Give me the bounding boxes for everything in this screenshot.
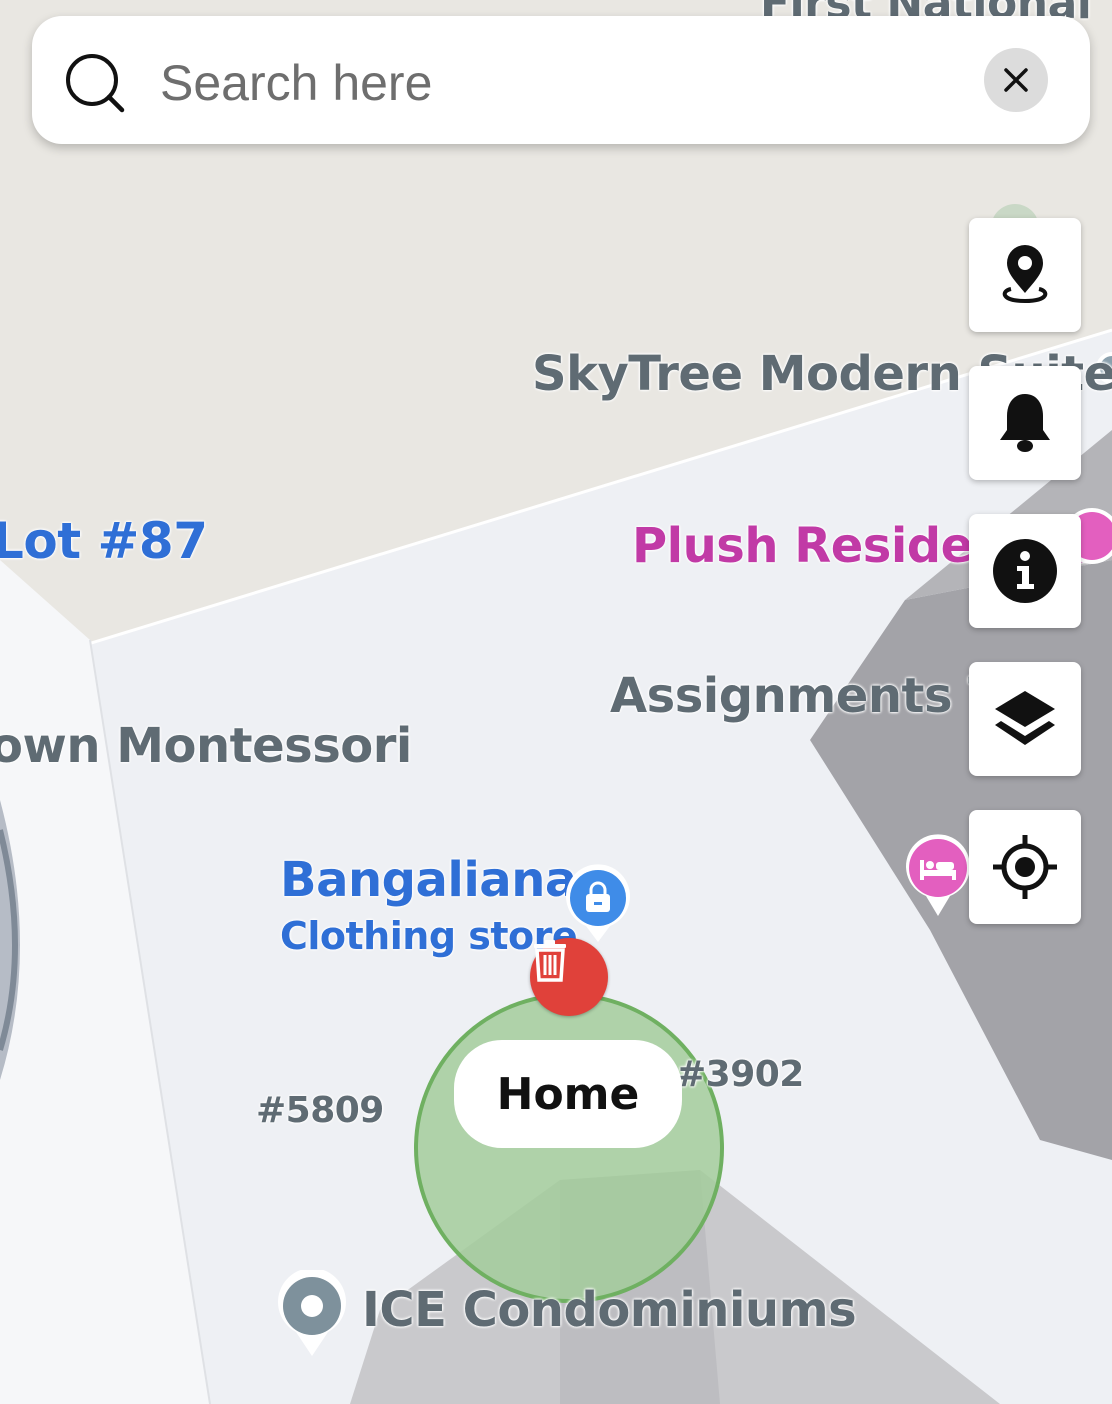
bell-icon [1000,394,1050,452]
home-label[interactable]: Home [454,1040,682,1148]
layers-button[interactable] [969,662,1081,776]
my-location-button[interactable] [969,810,1081,924]
info-icon [993,539,1057,603]
clear-search-button[interactable] [984,48,1048,112]
notifications-button[interactable] [969,366,1081,480]
crosshair-icon [993,835,1057,899]
poi-label-ice-condominiums[interactable]: ICE Condominiums [362,1282,857,1338]
layers-icon [995,691,1055,745]
address-number-5809: #5809 [256,1090,384,1131]
map-canvas[interactable]: First National SkyTree Modern Suites Lot… [0,0,1112,1404]
poi-label-lot-87[interactable]: Lot #87 [0,512,208,570]
hotel-bed-pin-icon[interactable] [904,832,972,918]
poi-label-montessori[interactable]: own Montessori [0,718,412,774]
address-number-3902: #3902 [676,1054,804,1095]
poi-label-bangaliana[interactable]: Bangaliana [280,852,577,908]
map-pin-icon [1002,245,1048,304]
search-icon[interactable] [64,52,126,114]
delete-home-button[interactable] [530,938,608,1016]
location-pin-icon[interactable] [274,1270,350,1360]
search-input[interactable] [160,48,940,118]
close-icon [1004,68,1028,92]
info-button[interactable] [969,514,1081,628]
poi-label-assignments[interactable]: Assignments To [610,668,1027,724]
trash-icon [534,940,566,982]
place-pin-button[interactable] [969,218,1081,332]
shopping-bag-pin-icon[interactable] [564,864,632,944]
